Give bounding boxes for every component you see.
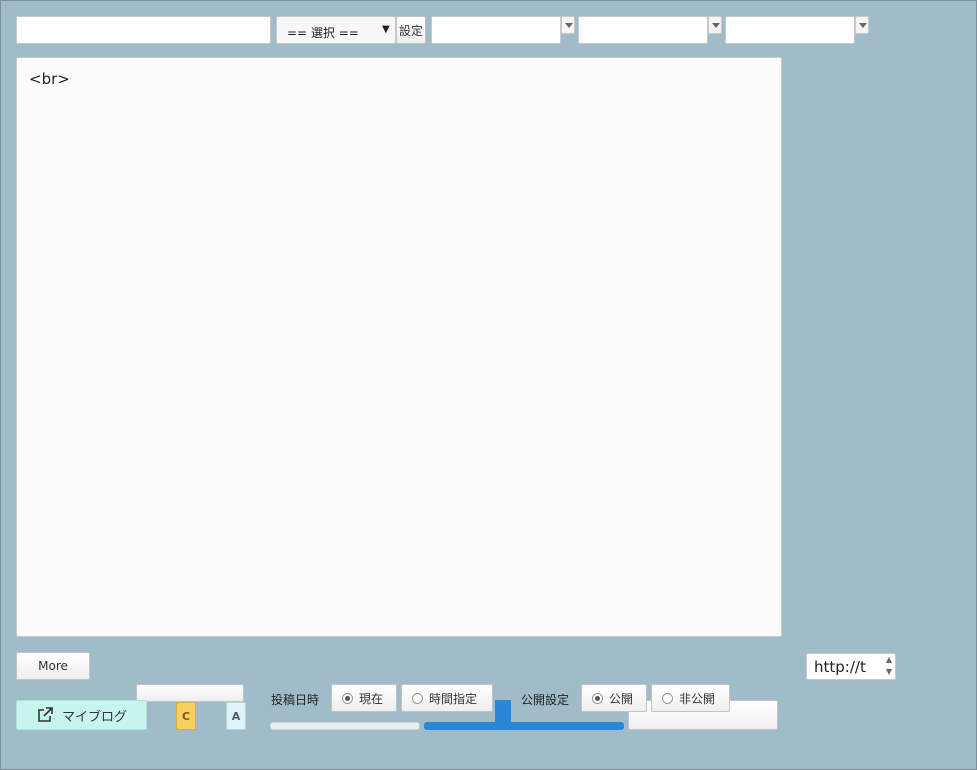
editor-content: <br> [29, 70, 70, 88]
visibility-label: 公開設定 [521, 693, 570, 707]
radio-selected-icon [342, 692, 353, 704]
post-scheduled-radio[interactable]: 時間指定 [401, 684, 493, 712]
chevron-down-icon [859, 23, 867, 28]
chevron-down-icon [565, 23, 573, 28]
badge-a[interactable]: A [226, 702, 246, 730]
post-scheduled-label: 時間指定 [429, 691, 478, 706]
category-select[interactable]: == 選択 == ▼ [276, 16, 396, 44]
url-field-value: http://t [814, 658, 866, 676]
editor-textarea[interactable]: <br> [16, 57, 782, 637]
external-link-icon [38, 707, 53, 722]
spinner-up-icon[interactable]: ▲ [886, 655, 892, 664]
dropdown-3-field[interactable] [725, 16, 855, 44]
dropdown-3-toggle[interactable] [855, 16, 869, 34]
radio-unselected-icon [662, 692, 673, 704]
progress-bar-fill [424, 722, 624, 730]
chevron-down-icon: ▼ [382, 24, 390, 35]
more-button[interactable]: More [16, 652, 90, 680]
set-button[interactable]: 設定 [396, 16, 426, 44]
post-datetime-label: 投稿日時 [271, 693, 320, 707]
progress-track-left [270, 722, 420, 730]
chevron-down-icon [712, 23, 720, 28]
progress-handle[interactable] [495, 700, 511, 724]
visibility-private-radio[interactable]: 非公開 [651, 684, 730, 712]
post-now-label: 現在 [359, 691, 384, 706]
hidden-toggle-button[interactable] [136, 684, 244, 702]
radio-selected-icon [592, 692, 603, 704]
visibility-private-label: 非公開 [679, 691, 716, 706]
myblog-label: マイブログ [61, 709, 127, 725]
dropdown-2-toggle[interactable] [708, 16, 722, 34]
url-field[interactable]: http://t ▲ ▼ [806, 653, 896, 680]
visibility-public-radio[interactable]: 公開 [581, 684, 647, 712]
dropdown-2-field[interactable] [578, 16, 708, 44]
category-select-value: == 選択 == [287, 26, 359, 40]
spinner-down-icon[interactable]: ▼ [886, 667, 892, 676]
radio-unselected-icon [412, 692, 423, 704]
visibility-public-label: 公開 [609, 691, 634, 706]
dropdown-1-field[interactable] [431, 16, 561, 44]
dropdown-1-toggle[interactable] [561, 16, 575, 34]
myblog-button[interactable]: マイブログ [16, 700, 147, 730]
post-now-radio[interactable]: 現在 [331, 684, 397, 712]
badge-c[interactable]: C [176, 702, 196, 730]
title-input[interactable] [16, 16, 271, 44]
